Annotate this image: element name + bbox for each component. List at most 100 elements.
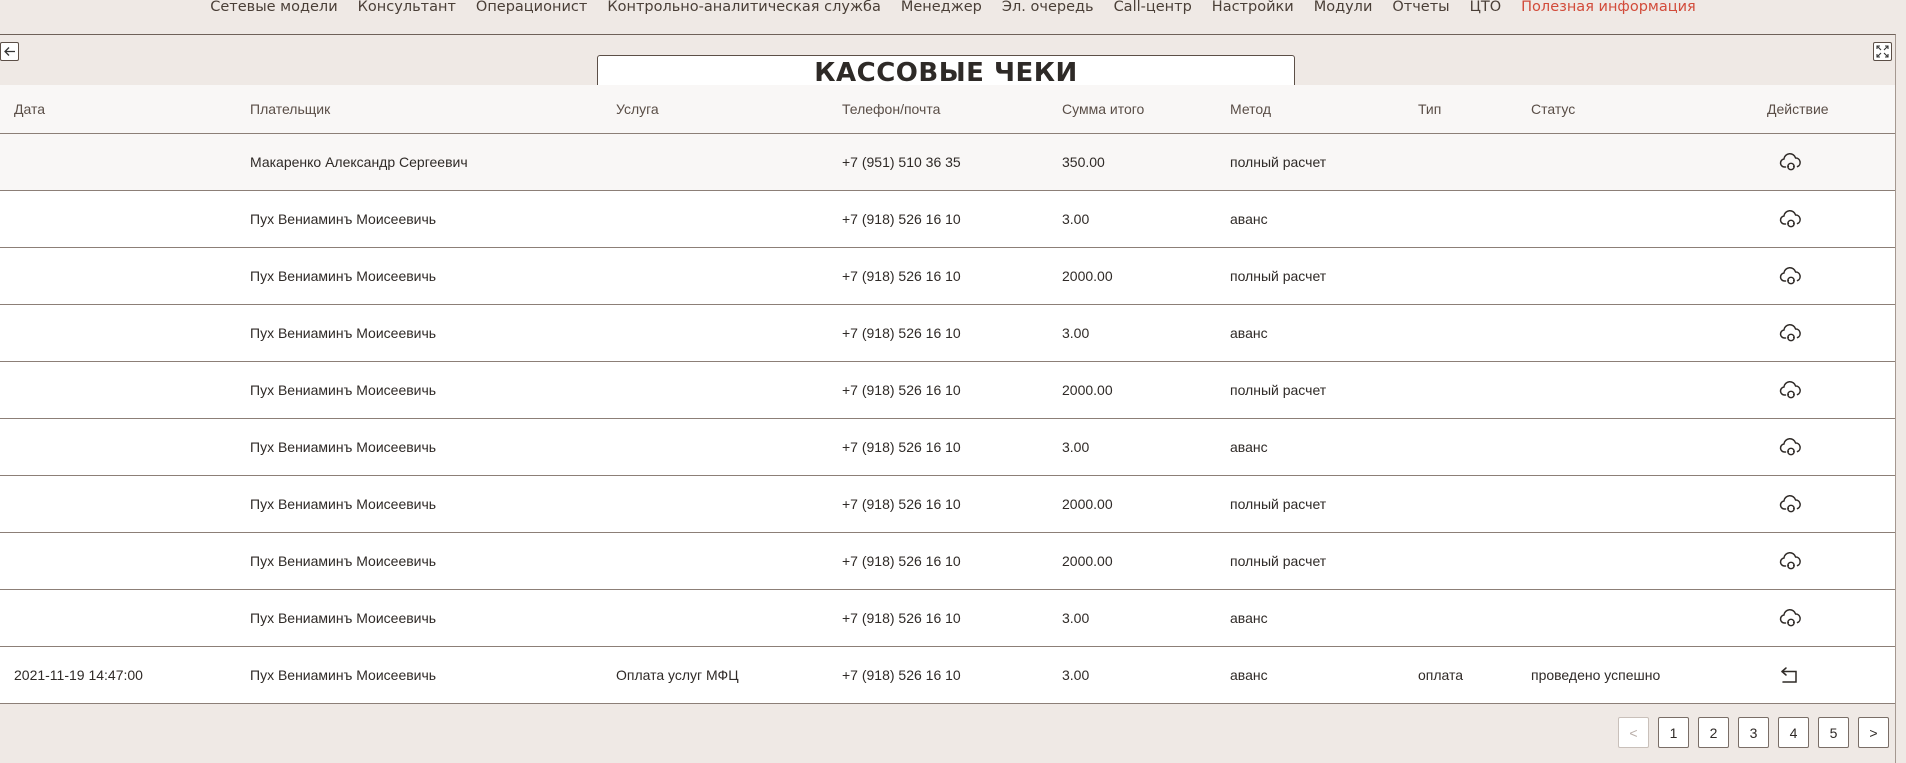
pagination-page-1[interactable]: 1 — [1658, 717, 1689, 748]
cell-sum: 2000.00 — [1048, 532, 1216, 590]
cell-phone: +7 (918) 526 16 10 — [828, 361, 1048, 419]
resend-button[interactable] — [1753, 475, 1895, 533]
column-header-type[interactable]: Тип — [1404, 85, 1517, 134]
column-header-action: Действие — [1753, 85, 1895, 134]
cell-service — [602, 361, 828, 419]
cell-sum: 2000.00 — [1048, 247, 1216, 305]
nav-item-modules[interactable]: Модули — [1314, 0, 1373, 34]
cell-date — [0, 532, 236, 590]
cell-sum: 3.00 — [1048, 646, 1216, 704]
cell-sum: 350.00 — [1048, 133, 1216, 191]
cell-type — [1404, 133, 1517, 191]
cell-sum: 3.00 — [1048, 589, 1216, 647]
column-header-status[interactable]: Статус — [1517, 85, 1753, 134]
cloud-sync-icon — [1779, 495, 1801, 513]
cell-method: полный расчет — [1216, 532, 1404, 590]
pagination-page-3[interactable]: 3 — [1738, 717, 1769, 748]
cloud-sync-icon — [1779, 552, 1801, 570]
cell-type: оплата — [1404, 646, 1517, 704]
cell-method: полный расчет — [1216, 247, 1404, 305]
resend-button[interactable] — [1753, 247, 1895, 305]
cell-phone: +7 (918) 526 16 10 — [828, 532, 1048, 590]
cell-payer: Пух Вениаминъ Моисеевичь — [236, 475, 602, 533]
column-header-date[interactable]: Дата — [0, 85, 236, 134]
column-header-phone[interactable]: Телефон/почта — [828, 85, 1048, 134]
table-row: Пух Вениаминъ Моисеевичь +7 (918) 526 16 … — [0, 589, 1895, 647]
resend-button[interactable] — [1753, 361, 1895, 419]
cell-status: проведено успешно — [1517, 646, 1753, 704]
nav-item-control-service[interactable]: Контрольно-аналитическая служба — [607, 0, 881, 34]
expand-icon — [1876, 45, 1889, 58]
cell-sum: 3.00 — [1048, 190, 1216, 248]
receipts-table: Дата Плательщик Услуга Телефон/почта Сум… — [0, 85, 1895, 704]
table-row: 2021-11-19 14:47:00 Пух Вениаминъ Моисеев… — [0, 646, 1895, 704]
column-header-payer[interactable]: Плательщик — [236, 85, 602, 134]
cell-phone: +7 (918) 526 16 10 — [828, 589, 1048, 647]
resend-button[interactable] — [1753, 589, 1895, 647]
cell-date — [0, 589, 236, 647]
cloud-sync-icon — [1779, 210, 1801, 228]
fullscreen-button[interactable] — [1873, 42, 1892, 61]
cell-service: Оплата услуг МФЦ — [602, 646, 828, 704]
column-header-sum[interactable]: Сумма итого — [1048, 85, 1216, 134]
resend-button[interactable] — [1753, 532, 1895, 590]
nav-item-cto[interactable]: ЦТО — [1470, 0, 1502, 34]
cell-service — [602, 247, 828, 305]
cell-phone: +7 (918) 526 16 10 — [828, 247, 1048, 305]
table-row: Пух Вениаминъ Моисеевичь +7 (918) 526 16 … — [0, 190, 1895, 248]
nav-item-manager[interactable]: Менеджер — [901, 0, 982, 34]
cell-type — [1404, 361, 1517, 419]
pagination-prev-button[interactable]: < — [1618, 717, 1649, 748]
cell-type — [1404, 190, 1517, 248]
back-button[interactable] — [0, 42, 19, 61]
nav-item-useful-info[interactable]: Полезная информация — [1521, 0, 1696, 34]
cell-method: аванс — [1216, 589, 1404, 647]
pagination-page-5[interactable]: 5 — [1818, 717, 1849, 748]
cell-date — [0, 361, 236, 419]
cell-phone: +7 (918) 526 16 10 — [828, 646, 1048, 704]
cell-date — [0, 133, 236, 191]
nav-item-queue[interactable]: Эл. очередь — [1002, 0, 1094, 34]
resend-button[interactable] — [1753, 190, 1895, 248]
refund-button[interactable] — [1753, 646, 1895, 704]
cell-service — [602, 589, 828, 647]
cell-payer: Пух Вениаминъ Моисеевичь — [236, 418, 602, 476]
cell-type — [1404, 475, 1517, 533]
cloud-sync-icon — [1779, 153, 1801, 171]
nav-item-reports[interactable]: Отчеты — [1392, 0, 1449, 34]
cell-sum: 3.00 — [1048, 304, 1216, 362]
nav-item-call-center[interactable]: Call-центр — [1114, 0, 1192, 34]
cell-date — [0, 304, 236, 362]
cell-type — [1404, 532, 1517, 590]
cell-payer: Пух Вениаминъ Моисеевичь — [236, 361, 602, 419]
pagination-next-button[interactable]: > — [1858, 717, 1889, 748]
column-header-service[interactable]: Услуга — [602, 85, 828, 134]
cloud-sync-icon — [1779, 267, 1801, 285]
resend-button[interactable] — [1753, 304, 1895, 362]
cell-status — [1517, 532, 1753, 590]
cell-method: аванс — [1216, 418, 1404, 476]
cell-payer: Макаренко Александр Сергеевич — [236, 133, 602, 191]
arrow-left-icon — [4, 47, 15, 56]
resend-button[interactable] — [1753, 418, 1895, 476]
column-header-method[interactable]: Метод — [1216, 85, 1404, 134]
table-row: Пух Вениаминъ Моисеевичь +7 (918) 526 16 … — [0, 304, 1895, 362]
nav-item-consultant[interactable]: Консультант — [358, 0, 456, 34]
table-row: Макаренко Александр Сергеевич +7 (951) 51… — [0, 133, 1895, 191]
cell-status — [1517, 133, 1753, 191]
nav-item-operator[interactable]: Операционист — [476, 0, 587, 34]
cell-phone: +7 (918) 526 16 10 — [828, 304, 1048, 362]
resend-button[interactable] — [1753, 133, 1895, 191]
nav-item-network-models[interactable]: Сетевые модели — [210, 0, 337, 34]
cell-method: аванс — [1216, 646, 1404, 704]
pagination-page-4[interactable]: 4 — [1778, 717, 1809, 748]
cloud-sync-icon — [1779, 381, 1801, 399]
nav-item-settings[interactable]: Настройки — [1212, 0, 1294, 34]
cell-payer: Пух Вениаминъ Моисеевичь — [236, 589, 602, 647]
cell-status — [1517, 304, 1753, 362]
cell-date — [0, 247, 236, 305]
pagination-page-2[interactable]: 2 — [1698, 717, 1729, 748]
cell-service — [602, 532, 828, 590]
table-header: Дата Плательщик Услуга Телефон/почта Сум… — [0, 85, 1895, 134]
cloud-sync-icon — [1779, 609, 1801, 627]
